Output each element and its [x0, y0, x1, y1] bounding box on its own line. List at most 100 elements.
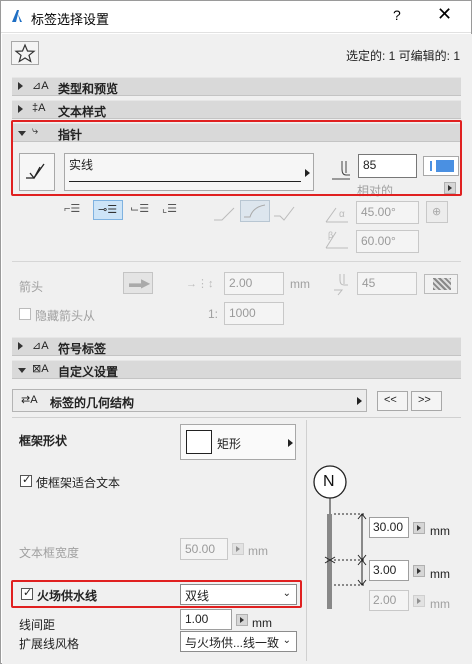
section-label: 符号标签	[58, 342, 107, 356]
selection-info: 选定的: 1 可编辑的: 1	[346, 49, 461, 63]
star-icon	[14, 43, 36, 63]
divider	[12, 417, 461, 418]
preview-symbol: N	[323, 473, 335, 490]
curved-pointer-icon	[244, 204, 266, 218]
arrow-pen-input[interactable]: 45	[357, 272, 417, 295]
text-width-stepper[interactable]	[232, 543, 244, 555]
collapse-arrow-icon	[18, 82, 23, 90]
arrow-type-icon: ▬▶	[129, 276, 151, 290]
dimension3-stepper[interactable]	[413, 595, 425, 607]
fire-water-highlight-frame	[11, 580, 302, 608]
pointer-attach-left-icon[interactable]: ⌐☰	[64, 202, 80, 215]
dialog-content: 选定的: 1 可编辑的: 1 ⊿A 类型和预览 ‡A 文本样式 ⤷ 指针 实线	[2, 34, 472, 664]
dimension1-unit: mm	[430, 524, 450, 538]
collapse-arrow-icon	[18, 342, 23, 350]
frame-shape-label: 框架形状	[19, 434, 68, 448]
dimension1-input[interactable]: 30.00	[369, 517, 409, 538]
hide-arrow-checkbox[interactable]	[19, 308, 31, 320]
dialog-window: 标签选择设置 ? ✕ 选定的: 1 可编辑的: 1 ⊿A 类型和预览 ‡A 文本…	[0, 0, 472, 664]
dimension3-unit: mm	[430, 597, 450, 611]
help-button[interactable]: ?	[393, 7, 401, 23]
section-custom-settings[interactable]: ⊠A 自定义设置	[12, 360, 461, 379]
arrow-fill-button[interactable]	[424, 274, 458, 294]
scale-prefix: 1:	[208, 307, 219, 321]
arrow-pen-icon	[334, 274, 348, 296]
window-title: 标签选择设置	[31, 12, 110, 27]
pointer-attach-underline-icon[interactable]: ⌞☰	[162, 202, 177, 215]
geometry-label: 标签的几何结构	[50, 396, 135, 410]
next-label: >>	[418, 394, 431, 406]
dimension2-unit: mm	[430, 567, 450, 581]
arrow-size-icon: →⋮↕	[186, 278, 214, 290]
extension-line-style-value: 与火场供...线一致	[185, 636, 280, 650]
dimension3-input[interactable]: 2.00	[369, 590, 409, 611]
section-types-preview[interactable]: ⊿A 类型和预览	[12, 77, 461, 96]
arrow-size-input[interactable]: 2.00	[224, 272, 284, 295]
archicad-logo-icon	[12, 10, 22, 22]
label-geometry-selector[interactable]: ⇄A 标签的几何结构	[12, 389, 367, 412]
angle2-input[interactable]: 60.00°	[356, 230, 419, 253]
arrow-type-button[interactable]: ▬▶	[123, 272, 153, 294]
arrow-label: 箭头	[19, 280, 44, 294]
divider	[12, 261, 461, 262]
pointer-attach-middle-button[interactable]: ⊸☰	[93, 200, 123, 220]
section-label: 自定义设置	[58, 365, 119, 379]
lock-icon: ⊕	[432, 206, 442, 218]
label-preview-icon: ⊿A	[32, 80, 49, 92]
text-width-label: 文本框宽度	[19, 546, 80, 560]
svg-text:α: α	[339, 209, 345, 220]
extension-line-style-label: 扩展线风格	[19, 637, 80, 651]
section-symbol-label[interactable]: ⊿A 符号标签	[12, 337, 461, 356]
scale-input[interactable]: 1000	[224, 302, 284, 325]
line-spacing-stepper[interactable]	[236, 614, 248, 626]
section-label: 类型和预览	[58, 82, 119, 96]
svg-text:β: β	[328, 230, 333, 240]
previous-label: <<	[384, 394, 397, 406]
hatch-swatch	[433, 278, 451, 290]
pointer-attach-middle-icon: ⊸☰	[98, 204, 118, 216]
chevron-right-icon	[288, 439, 293, 447]
text-width-unit: mm	[248, 544, 268, 558]
text-style-icon: ‡A	[32, 102, 46, 114]
fit-frame-checkbox[interactable]: ✓	[20, 474, 32, 487]
symbol-label-icon: ⊿A	[32, 340, 49, 352]
line-spacing-label: 线间距	[19, 618, 56, 632]
favorites-button[interactable]	[11, 41, 39, 65]
angle1-icon: α	[325, 207, 348, 223]
arrow-size-unit: mm	[290, 277, 310, 291]
dimension1-stepper[interactable]	[413, 522, 425, 534]
next-page-button[interactable]: >>	[411, 391, 442, 411]
checkmark-icon: ✓	[22, 474, 32, 486]
section-label: 文本样式	[58, 105, 107, 119]
angle-lock-button[interactable]: ⊕	[426, 201, 448, 223]
angle1-input[interactable]: 45.00°	[356, 201, 419, 224]
bent-pointer-icon[interactable]	[272, 204, 298, 222]
angle2-icon: β	[325, 230, 348, 249]
text-width-input[interactable]: 50.00	[180, 538, 228, 560]
extension-line-style-dropdown[interactable]: 与火场供...线一致 ⌄	[180, 631, 297, 652]
section-text-style[interactable]: ‡A 文本样式	[12, 100, 461, 119]
close-button[interactable]: ✕	[437, 4, 452, 25]
line-spacing-input[interactable]: 1.00	[180, 609, 232, 630]
panel-divider	[306, 420, 307, 661]
line-spacing-unit: mm	[252, 616, 272, 630]
dimension2-stepper[interactable]	[413, 565, 425, 577]
pointer-attach-bottom-icon[interactable]: ⌙☰	[130, 202, 149, 215]
geometry-icon: ⇄A	[21, 394, 38, 406]
curved-pointer-button[interactable]	[240, 200, 270, 222]
straight-pointer-icon[interactable]	[212, 204, 238, 222]
fit-frame-label: 使框架适合文本	[36, 476, 121, 490]
collapse-arrow-icon	[18, 105, 23, 113]
frame-shape-value: 矩形	[217, 437, 242, 451]
chevron-right-icon	[357, 397, 362, 405]
chevron-down-icon: ⌄	[282, 635, 291, 646]
previous-page-button[interactable]: <<	[377, 391, 408, 411]
dimension2-input[interactable]: 3.00	[369, 560, 409, 581]
custom-settings-icon: ⊠A	[32, 363, 49, 375]
pointer-highlight-frame	[11, 120, 462, 196]
expand-arrow-icon	[18, 368, 26, 373]
hide-arrow-label: 隐藏箭头从	[35, 309, 96, 323]
rectangle-shape-icon	[186, 430, 212, 454]
title-bar: 标签选择设置 ? ✕	[1, 1, 471, 33]
frame-shape-selector[interactable]: 矩形	[180, 424, 296, 460]
